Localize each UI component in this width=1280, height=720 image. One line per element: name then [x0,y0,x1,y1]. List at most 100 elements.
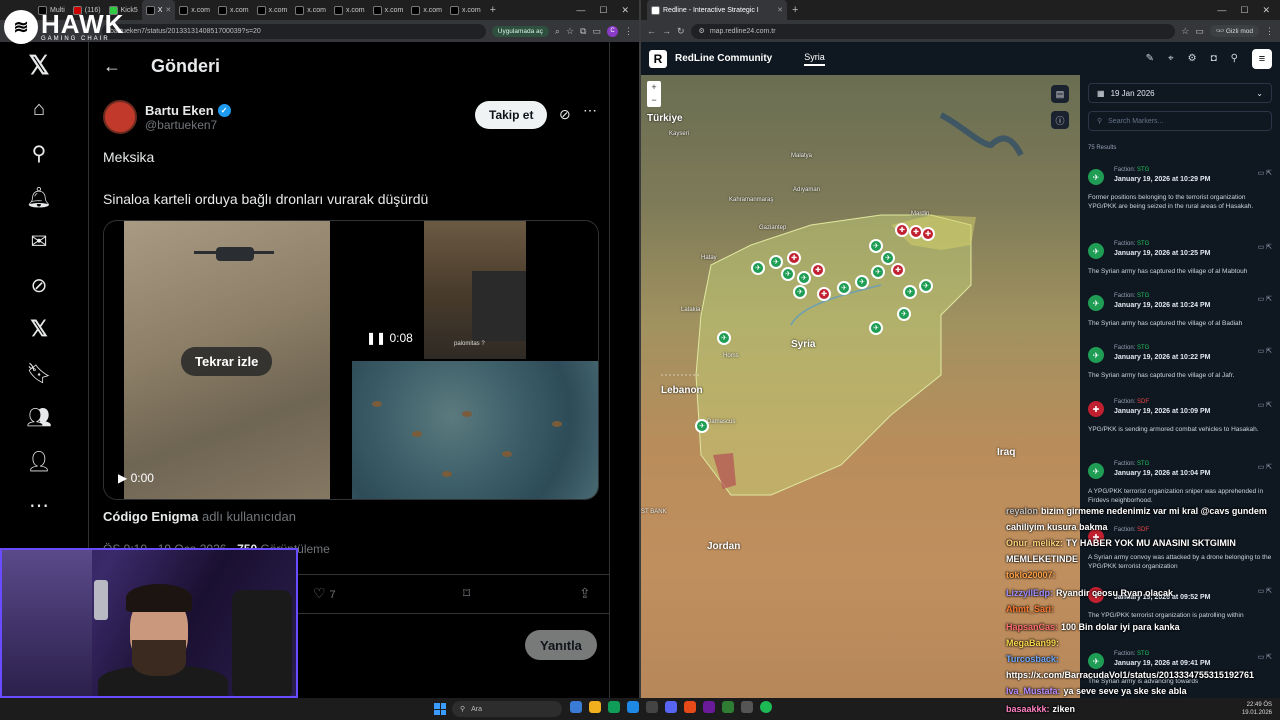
minimize-icon[interactable]: — [576,5,585,16]
map-marker-stg[interactable]: ✈ [903,285,917,299]
url-field[interactable]: bartueken7/status/2013313140851700039?s=… [102,23,486,39]
back-nav-icon[interactable]: ← [647,26,656,36]
map-marker-sdf[interactable]: ✚ [891,263,905,277]
event-tools[interactable]: ▭ ⇱ [1258,653,1272,661]
browser-tab[interactable]: x.com [291,0,330,20]
browser-tab[interactable]: x.com [330,0,369,20]
maximize-icon[interactable]: ☐ [1240,5,1248,16]
grok-icon[interactable]: ⊘ [22,268,56,302]
play-icon[interactable]: ▶ [118,471,131,485]
minimize-icon[interactable]: — [1217,5,1226,16]
date-filter[interactable]: ▦ 19 Jan 2026 ⌄ [1088,83,1272,103]
attribution-name[interactable]: Código Enigma [103,509,198,524]
browser-tab-active[interactable]: Redline - Interactive Strategic I ✕ [647,0,787,20]
browser-tab[interactable]: x.com [407,0,446,20]
browser-tab[interactable]: x.com [446,0,485,20]
windows-start-icon[interactable] [434,703,446,715]
settings-gear-icon[interactable]: ⚙ [1188,53,1197,64]
map-info-icon[interactable]: ⓘ [1051,111,1069,129]
map-marker-stg[interactable]: ✈ [919,279,933,293]
messages-envelope-icon[interactable]: ✉ [22,224,56,258]
map-marker-stg[interactable]: ✈ [751,261,765,275]
profile-icon[interactable]: 👤︎ [22,444,56,478]
taskbar-app-icon[interactable] [589,701,601,713]
event-tools[interactable]: ▭ ⇱ [1258,295,1272,303]
communities-icon[interactable]: 👥︎ [22,400,56,434]
home-icon[interactable]: ⌂ [22,92,56,126]
bookmark-star-icon[interactable]: ☆ [1181,26,1189,37]
event-tools[interactable]: ▭ ⇱ [1258,463,1272,471]
post-more-icon[interactable]: ⋯ [583,102,598,119]
post-author[interactable]: Bartu Eken ✓ @bartueken7 [103,100,231,134]
map-marker-stg[interactable]: ✈ [871,265,885,279]
more-options-icon[interactable]: ⋯ [22,488,56,522]
map-marker-stg[interactable]: ✈ [769,255,783,269]
camera-icon[interactable]: ◘ [1211,53,1217,64]
sidebar-icon[interactable]: ▭ [1195,26,1204,37]
hamburger-menu-icon[interactable]: ≡ [1252,48,1272,69]
menu-kebab-icon[interactable]: ⋮ [624,26,633,37]
search-icon[interactable]: ⚲ [22,136,56,170]
browser-tab[interactable]: x.com [175,0,214,20]
browser-tab[interactable]: x.com [214,0,253,20]
taskbar-app-icon[interactable] [722,701,734,713]
map-marker-stg[interactable]: ✈ [837,281,851,295]
new-tab-icon[interactable]: + [485,4,501,16]
taskbar-app-icon[interactable] [703,701,715,713]
back-arrow-icon[interactable]: ← [103,56,121,77]
new-tab-icon[interactable]: + [787,4,803,16]
forward-nav-icon[interactable]: → [662,26,671,36]
map-marker-sdf[interactable]: ✚ [817,287,831,301]
taskbar-app-icon[interactable] [570,701,582,713]
x-logo-icon[interactable]: 𝕏 [22,48,56,82]
taskbar-app-icon[interactable] [741,701,753,713]
maximize-icon[interactable]: ☐ [599,5,607,16]
bookmarks-icon[interactable]: 🔖︎ [22,356,56,390]
taskbar-app-icon[interactable] [684,701,696,713]
reload-icon[interactable]: ↻ [677,26,685,37]
url-field[interactable]: ⚙ map.redline24.com.tr [690,23,1176,39]
bookmark-button-icon[interactable]: ⌑ [463,585,470,602]
event-tools[interactable]: ▭ ⇱ [1258,587,1272,595]
map-marker-sdf[interactable]: ✚ [787,251,801,265]
map-marker-stg[interactable]: ✈ [897,307,911,321]
spotify-icon[interactable] [760,701,772,713]
map-marker-stg[interactable]: ✈ [717,331,731,345]
browser-tab[interactable]: x.com [253,0,292,20]
search-icon[interactable]: ⚲ [1231,53,1238,64]
taskbar-app-icon[interactable] [627,701,639,713]
browser-tab[interactable]: x.com [369,0,408,20]
video1-controls[interactable]: ▶ 0:00 [118,471,154,485]
map-marker-stg[interactable]: ✈ [793,285,807,299]
close-window-icon[interactable]: ✕ [1262,5,1270,16]
close-window-icon[interactable]: ✕ [621,5,629,16]
system-tray-clock[interactable]: 22:49 ÖS 19.01.2026 [1242,701,1272,717]
map-layers-icon[interactable]: ▤ [1051,85,1069,103]
premium-x-icon[interactable]: 𝕏 [22,312,56,346]
follow-button[interactable]: Takip et [475,101,548,129]
video-thumbnail-gun[interactable]: palomitas ? [424,221,526,359]
close-tab-icon[interactable]: ✕ [165,6,171,14]
map-marker-sdf[interactable]: ✚ [921,227,935,241]
event-tools[interactable]: ▭ ⇱ [1258,243,1272,251]
incognito-pill[interactable]: 👓︎ Gizli mod [1209,25,1259,37]
map-marker-sdf[interactable]: ✚ [895,223,909,237]
redline-logo-icon[interactable]: R [649,49,667,68]
zoom-out-icon[interactable]: − [647,94,661,107]
map-marker-stg[interactable]: ✈ [881,251,895,265]
map-marker-stg[interactable]: ✈ [781,267,795,281]
close-tab-icon[interactable]: ✕ [777,6,783,14]
location-pin-icon[interactable]: ⌖ [1168,53,1174,64]
taskbar-search[interactable]: ⚲ Ara [452,701,562,717]
share-icon[interactable]: ⇪ [579,585,591,602]
map-marker-stg[interactable]: ✈ [869,321,883,335]
reply-button[interactable]: Yanıtla [525,630,597,660]
event-tools[interactable]: ▭ ⇱ [1258,169,1272,177]
map-marker-stg[interactable]: ✈ [797,271,811,285]
open-in-app-pill[interactable]: Uygulamada aç [491,25,549,37]
tag-icon[interactable]: ✎ [1146,53,1154,64]
notifications-bell-icon[interactable]: 🔔︎ [22,180,56,214]
extensions-icon[interactable]: ⧉ [580,26,586,37]
browser-tab-active[interactable]: X ✕ [141,0,176,20]
event-tools[interactable]: ▭ ⇱ [1258,401,1272,409]
